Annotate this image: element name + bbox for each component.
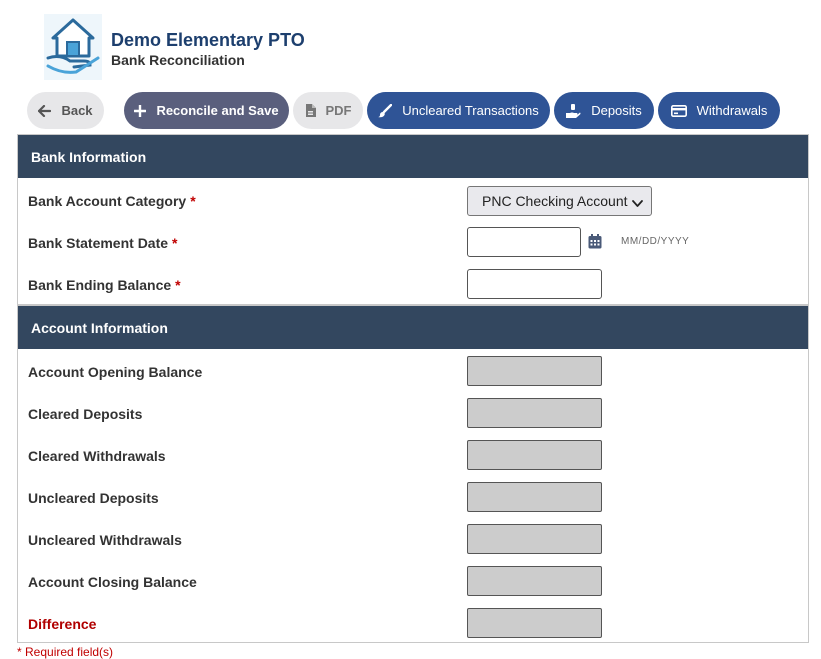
uncleared-deposits-label: Uncleared Deposits [28, 490, 159, 506]
uncleared-deposits-row: Uncleared Deposits [18, 482, 808, 514]
difference-field [467, 608, 602, 638]
account-information-panel: Account Information Account Opening Bala… [17, 305, 809, 643]
withdrawals-button-label: Withdrawals [696, 103, 768, 118]
uncleared-button-label: Uncleared Transactions [402, 103, 539, 118]
org-title: Demo Elementary PTO [111, 30, 305, 50]
cleared-deposits-label: Cleared Deposits [28, 406, 143, 422]
bank-information-header: Bank Information [18, 135, 808, 178]
brush-icon [378, 103, 393, 118]
page-subtitle: Bank Reconciliation [111, 52, 245, 68]
required-fields-footnote: * Required field(s) [17, 645, 114, 659]
bank-statement-date-input[interactable] [467, 227, 581, 257]
uncleared-deposits-field [467, 482, 602, 512]
toolbar: Back Reconcile and Save PDF Uncleared Tr… [27, 92, 807, 130]
account-opening-balance-field [467, 356, 602, 386]
cleared-withdrawals-field [467, 440, 602, 470]
bank-account-category-select[interactable]: PNC Checking Account [467, 186, 652, 216]
account-closing-balance-label: Account Closing Balance [28, 574, 197, 590]
required-asterisk: * [190, 193, 196, 209]
label-text: Bank Account Category [28, 193, 187, 209]
back-button-label: Back [61, 103, 93, 118]
account-opening-balance-label: Account Opening Balance [28, 364, 203, 380]
cleared-deposits-field [467, 398, 602, 428]
credit-card-icon [670, 104, 687, 117]
house-hand-icon [44, 14, 102, 80]
arrow-left-icon [38, 104, 52, 117]
pdf-button-label: PDF [325, 103, 352, 118]
bank-account-category-label: Bank Account Category * [28, 193, 196, 209]
selected-option: PNC Checking Account [482, 193, 628, 209]
difference-row: Difference [18, 608, 808, 640]
uncleared-withdrawals-field [467, 524, 602, 554]
required-asterisk: * [172, 235, 178, 251]
bank-statement-date-row: Bank Statement Date * MM/DD/YYYY [18, 227, 808, 259]
back-button[interactable]: Back [27, 92, 104, 129]
bank-ending-balance-input[interactable] [467, 269, 602, 299]
difference-label: Difference [28, 616, 97, 632]
chevron-down-icon [632, 195, 643, 211]
cleared-withdrawals-label: Cleared Withdrawals [28, 448, 166, 464]
uncleared-withdrawals-row: Uncleared Withdrawals [18, 524, 808, 556]
plus-icon [134, 104, 147, 117]
bank-account-category-row: Bank Account Category * PNC Checking Acco… [18, 185, 808, 217]
account-closing-balance-field [467, 566, 602, 596]
cleared-deposits-row: Cleared Deposits [18, 398, 808, 430]
account-closing-balance-row: Account Closing Balance [18, 566, 808, 598]
date-format-hint: MM/DD/YYYY [621, 236, 690, 247]
required-asterisk: * [175, 277, 181, 293]
label-text: Bank Ending Balance [28, 277, 172, 293]
pdf-button[interactable]: PDF [293, 92, 363, 129]
calendar-icon[interactable] [588, 234, 602, 254]
uncleared-transactions-button[interactable]: Uncleared Transactions [367, 92, 550, 129]
withdrawals-button[interactable]: Withdrawals [658, 92, 780, 129]
account-opening-balance-row: Account Opening Balance [18, 356, 808, 388]
reconcile-and-save-button[interactable]: Reconcile and Save [124, 92, 289, 129]
bank-ending-balance-row: Bank Ending Balance * [18, 269, 808, 301]
bank-statement-date-label: Bank Statement Date * [28, 235, 178, 251]
reconcile-button-label: Reconcile and Save [156, 103, 279, 118]
pdf-file-icon [305, 104, 316, 117]
hand-holding-dollar-icon [566, 103, 581, 118]
uncleared-withdrawals-label: Uncleared Withdrawals [28, 532, 182, 548]
bank-ending-balance-label: Bank Ending Balance * [28, 277, 181, 293]
account-information-header: Account Information [18, 306, 808, 349]
page-header: Demo Elementary PTO Bank Reconciliation [44, 14, 744, 84]
deposits-button[interactable]: Deposits [554, 92, 654, 129]
bank-information-panel: Bank Information Bank Account Category * … [17, 134, 809, 305]
cleared-withdrawals-row: Cleared Withdrawals [18, 440, 808, 472]
label-text: Bank Statement Date [28, 235, 169, 251]
deposits-button-label: Deposits [591, 103, 642, 118]
